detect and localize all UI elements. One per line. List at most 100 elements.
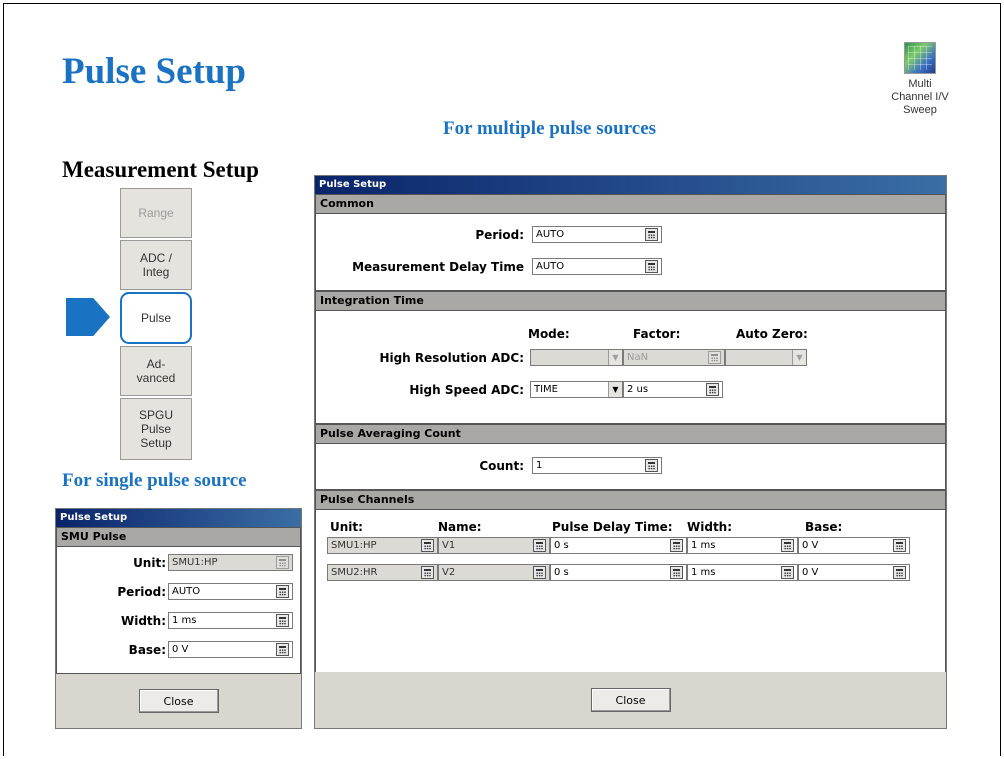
nav-advanced-button[interactable]: Ad- vanced — [120, 346, 192, 396]
nav-spgu-pulse-setup-button[interactable]: SPGU Pulse Setup — [120, 398, 192, 460]
dialog-title: Pulse Setup — [315, 176, 946, 194]
measurement-delay-value: AUTO — [536, 261, 565, 272]
row1-width-value: 1 ms — [691, 540, 716, 551]
width-field[interactable]: 1 ms — [168, 612, 293, 629]
hs-factor-value: 2 us — [627, 384, 649, 395]
multi-pulse-setup-dialog: Pulse Setup Common Period: AUTO Measurem… — [314, 175, 947, 729]
caption-single-source: For single pulse source — [62, 470, 247, 491]
section-channels-header: Pulse Channels — [315, 490, 946, 510]
row1-unit-field[interactable]: SMU1:HP — [327, 537, 438, 554]
calculator-icon[interactable] — [276, 614, 289, 627]
calculator-icon[interactable] — [670, 539, 683, 552]
section-integration: Mode: Factor: Auto Zero: High Resolution… — [315, 311, 946, 424]
close-button[interactable]: Close — [590, 688, 671, 712]
nav-pulse-button[interactable]: Pulse — [120, 292, 192, 344]
calculator-icon[interactable] — [276, 585, 289, 598]
hr-autozero-select: ▼ — [725, 349, 807, 366]
calculator-icon[interactable] — [421, 566, 434, 579]
col-mode-header: Mode: — [528, 327, 570, 341]
period-label: Period: — [117, 585, 166, 599]
row1-name-value: V1 — [442, 540, 456, 551]
hs-mode-value: TIME — [534, 384, 559, 395]
single-pulse-setup-dialog: Pulse Setup SMU Pulse Unit: SMU1:HP Peri… — [55, 508, 302, 729]
hs-mode-select[interactable]: TIME ▼ — [530, 381, 623, 398]
calculator-icon[interactable] — [781, 566, 794, 579]
section-channels: Unit: Name: Pulse Delay Time: Width: Bas… — [315, 510, 946, 673]
unit-field[interactable]: SMU1:HP — [168, 554, 293, 571]
calculator-icon[interactable] — [706, 383, 719, 396]
measurement-delay-field[interactable]: AUTO — [532, 258, 662, 275]
row2-name-value: V2 — [442, 567, 456, 578]
base-field[interactable]: 0 V — [168, 641, 293, 658]
row1-base-field[interactable]: 0 V — [798, 537, 910, 554]
nav-range-button: Range — [120, 188, 192, 238]
section-smu-pulse: Unit: SMU1:HP Period: AUTO Width: 1 ms B… — [56, 547, 301, 674]
chevron-down-icon: ▼ — [792, 350, 806, 365]
col-autozero-header: Auto Zero: — [736, 327, 808, 341]
dialog-footer: Close — [56, 674, 301, 728]
setup-nav: Range ADC / Integ Pulse Ad- vanced SPGU … — [120, 188, 192, 462]
period-field[interactable]: AUTO — [168, 583, 293, 600]
close-button[interactable]: Close — [138, 689, 219, 713]
count-label: Count: — [479, 459, 524, 473]
calculator-icon[interactable] — [645, 260, 658, 273]
dialog-footer: Close — [315, 672, 946, 728]
measurement-delay-label: Measurement Delay Time — [352, 260, 524, 274]
row2-width-value: 1 ms — [691, 567, 716, 578]
count-field[interactable]: 1 — [532, 457, 662, 474]
base-value: 0 V — [172, 644, 189, 655]
calculator-icon[interactable] — [645, 459, 658, 472]
row1-unit-value: SMU1:HP — [331, 540, 377, 551]
slide-title: Pulse Setup — [62, 51, 247, 92]
row2-base-value: 0 V — [802, 567, 819, 578]
chevron-down-icon[interactable]: ▼ — [608, 382, 622, 397]
row1-name-field[interactable]: V1 — [438, 537, 550, 554]
section-common-header: Common — [315, 194, 946, 214]
row2-name-field[interactable]: V2 — [438, 564, 550, 581]
high-resolution-adc-label: High Resolution ADC: — [379, 351, 524, 365]
calculator-icon[interactable] — [533, 566, 546, 579]
hr-factor-value: NaN — [627, 352, 649, 363]
calculator-icon[interactable] — [533, 539, 546, 552]
calculator-icon — [276, 556, 289, 569]
col-base-header: Base: — [805, 520, 843, 534]
slide-subtitle: Measurement Setup — [62, 157, 259, 182]
row2-unit-value: SMU2:HR — [331, 567, 378, 578]
period-field[interactable]: AUTO — [532, 226, 662, 243]
calculator-icon[interactable] — [421, 539, 434, 552]
calculator-icon[interactable] — [645, 228, 658, 241]
calculator-icon[interactable] — [781, 539, 794, 552]
section-common: Period: AUTO Measurement Delay Time AUTO — [315, 214, 946, 291]
calculator-icon[interactable] — [893, 566, 906, 579]
row2-base-field[interactable]: 0 V — [798, 564, 910, 581]
section-averaging: Count: 1 — [315, 444, 946, 490]
width-label: Width: — [120, 614, 166, 628]
hs-factor-field[interactable]: 2 us — [623, 381, 723, 398]
calculator-icon[interactable] — [276, 643, 289, 656]
row2-delay-field[interactable]: 0 s — [550, 564, 687, 581]
unit-label: Unit: — [133, 556, 166, 570]
calculator-icon[interactable] — [893, 539, 906, 552]
row1-width-field[interactable]: 1 ms — [687, 537, 798, 554]
row2-unit-field[interactable]: SMU2:HR — [327, 564, 438, 581]
row2-delay-value: 0 s — [554, 567, 569, 578]
section-integration-header: Integration Time — [315, 291, 946, 311]
period-value: AUTO — [536, 229, 565, 240]
col-width-header: Width: — [687, 520, 733, 534]
width-value: 1 ms — [172, 615, 197, 626]
row1-delay-field[interactable]: 0 s — [550, 537, 687, 554]
base-label: Base: — [128, 643, 166, 657]
col-pulse-delay-header: Pulse Delay Time: — [552, 520, 673, 534]
unit-value: SMU1:HP — [172, 557, 218, 568]
nav-adc-integ-button[interactable]: ADC / Integ — [120, 240, 192, 290]
section-averaging-header: Pulse Averaging Count — [315, 424, 946, 444]
row2-width-field[interactable]: 1 ms — [687, 564, 798, 581]
app-launcher-multi-channel-iv-sweep[interactable]: Multi Channel I/V Sweep — [865, 42, 975, 117]
col-unit-header: Unit: — [330, 520, 363, 534]
chevron-down-icon: ▼ — [608, 350, 622, 365]
high-speed-adc-label: High Speed ADC: — [409, 383, 524, 397]
caption-multiple-sources: For multiple pulse sources — [443, 118, 657, 139]
col-factor-header: Factor: — [633, 327, 681, 341]
period-value: AUTO — [172, 586, 201, 597]
calculator-icon[interactable] — [670, 566, 683, 579]
